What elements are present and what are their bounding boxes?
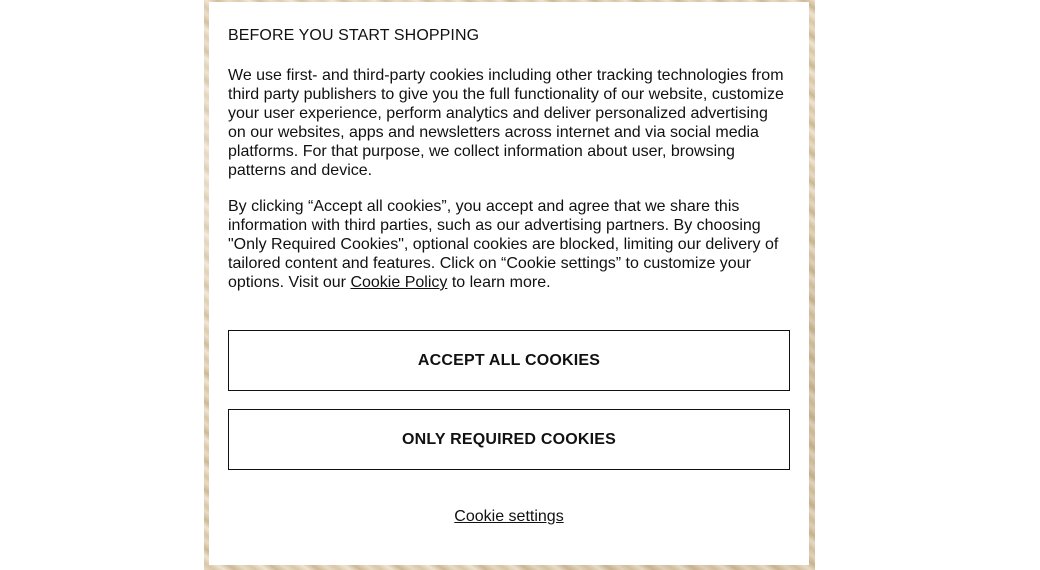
cookie-policy-link[interactable]: Cookie Policy [350, 274, 447, 291]
accept-all-cookies-button[interactable]: ACCEPT ALL COOKIES [228, 330, 790, 391]
only-required-cookies-button[interactable]: ONLY REQUIRED COOKIES [228, 409, 790, 470]
cookie-settings-link[interactable]: Cookie settings [454, 508, 563, 525]
dialog-title: BEFORE YOU START SHOPPING [228, 27, 480, 44]
cookie-consent-paragraph: By clicking “Accept all cookies”, you ac… [228, 197, 790, 292]
consent-text-end: to learn more. [447, 274, 551, 291]
cookie-consent-dialog: BEFORE YOU START SHOPPING We use first- … [209, 2, 809, 565]
cookie-settings-container: Cookie settings [228, 508, 790, 526]
cookie-description-paragraph: We use first- and third-party cookies in… [228, 67, 784, 179]
page: BEFORE YOU START SHOPPING We use first- … [0, 0, 1040, 570]
